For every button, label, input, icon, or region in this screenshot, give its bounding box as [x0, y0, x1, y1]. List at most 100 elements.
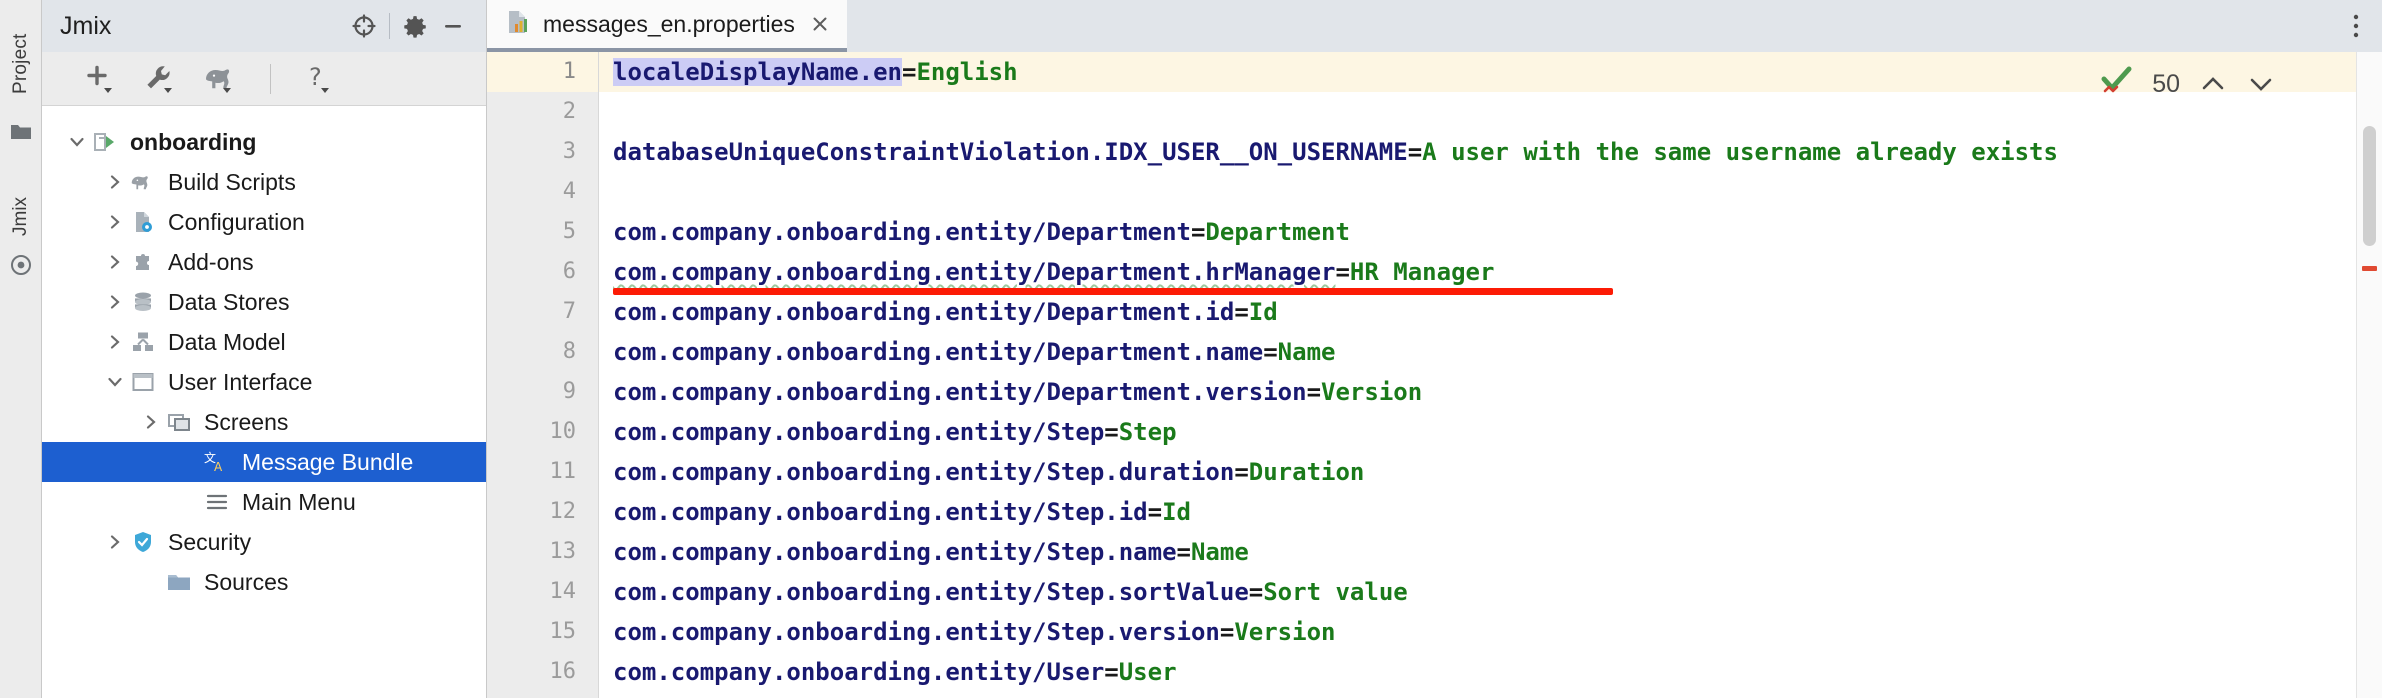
ide-window: Project Jmix Jmix ? onboarding Build Scr…	[0, 0, 2382, 698]
tab-bar-spacer	[847, 0, 2330, 52]
inspection-ok-icon[interactable]	[2100, 66, 2134, 102]
tree-node-build-scripts[interactable]: Build Scripts	[42, 162, 486, 202]
minimize-icon[interactable]	[434, 7, 472, 45]
code-line[interactable]	[599, 172, 2356, 212]
tree-node-label: onboarding	[130, 128, 257, 155]
code-line[interactable]: com.company.onboarding.entity/Step.durat…	[599, 452, 2356, 492]
tree-node-label: Main Menu	[242, 488, 356, 515]
help-icon[interactable]: ?	[299, 59, 341, 99]
gradle-elephant-icon	[128, 169, 158, 195]
tree-node-user-interface[interactable]: User Interface	[42, 362, 486, 402]
code-line[interactable]: localeDisplayName.en=English	[599, 52, 2356, 92]
scrollbar-thumb[interactable]	[2363, 126, 2376, 246]
chevron-right-icon[interactable]	[102, 289, 128, 315]
gradle-elephant-icon[interactable]	[200, 59, 242, 99]
equals-sign: =	[1104, 658, 1119, 686]
line-number: 10	[549, 419, 577, 444]
equals-sign: =	[1219, 618, 1235, 646]
code-line[interactable]: databaseUniqueConstraintViolation.IDX_US…	[599, 132, 2356, 172]
code-line[interactable]: com.company.onboarding.entity/Step.name=…	[599, 532, 2356, 572]
chevron-right-icon[interactable]	[102, 209, 128, 235]
rail-tab-jmix[interactable]: Jmix	[10, 166, 32, 242]
property-value: Id	[1162, 498, 1191, 526]
equals-sign: =	[1248, 578, 1264, 606]
jmix-bean-icon[interactable]	[8, 252, 34, 278]
tree-node-label: Sources	[204, 568, 289, 595]
chevron-down-icon[interactable]	[102, 369, 128, 395]
code-line[interactable]: com.company.onboarding.entity/Department…	[599, 212, 2356, 252]
line-number: 5	[562, 219, 576, 244]
chevron-down-icon[interactable]	[64, 129, 90, 155]
tree-node-data-stores[interactable]: Data Stores	[42, 282, 486, 322]
code-text-area[interactable]: localeDisplayName.en=English databaseUni…	[599, 52, 2356, 698]
property-key: localeDisplayName.en	[613, 58, 902, 86]
chevron-up-icon[interactable]	[2198, 69, 2228, 99]
code-line-annotated[interactable]: com.company.onboarding.entity/Department…	[599, 252, 2356, 295]
tree-node-label: User Interface	[168, 368, 313, 395]
property-value: English	[916, 58, 1018, 86]
code-line[interactable]: com.company.onboarding.entity/User=User	[599, 652, 2356, 692]
message-bundle-icon: 文 A	[202, 449, 232, 475]
tree-node-screens[interactable]: Screens	[42, 402, 486, 442]
tree-node-data-model[interactable]: Data Model	[42, 322, 486, 362]
left-tool-rail: Project Jmix	[0, 0, 42, 698]
property-key: com.company.onboarding.entity/Department	[613, 218, 1191, 246]
equals-sign: =	[1263, 338, 1278, 366]
chevron-right-icon[interactable]	[102, 249, 128, 275]
new-icon[interactable]	[80, 59, 122, 99]
folder-icon[interactable]	[8, 118, 34, 144]
chevron-right-icon[interactable]	[102, 169, 128, 195]
tree-node-label: Screens	[204, 408, 289, 435]
property-value: HR Manager	[1349, 258, 1495, 286]
code-line[interactable]: com.company.onboarding.entity/Department…	[599, 332, 2356, 372]
error-stripe-mark[interactable]	[2362, 266, 2377, 271]
property-value: Department	[1205, 218, 1350, 246]
chevron-right-icon[interactable]	[102, 329, 128, 355]
tree-node-sources[interactable]: Sources	[42, 562, 486, 602]
gear-icon[interactable]	[396, 7, 434, 45]
property-key: com.company.onboarding.entity/Step.durat…	[613, 458, 1235, 486]
code-line[interactable]: com.company.onboarding.entity/Department…	[599, 372, 2356, 412]
code-line[interactable]: com.company.onboarding.entity/Step.versi…	[599, 612, 2356, 652]
tree-node-configuration[interactable]: Configuration	[42, 202, 486, 242]
chevron-down-icon[interactable]	[2246, 69, 2276, 99]
more-options-icon[interactable]	[2330, 0, 2382, 52]
chevron-right-icon[interactable]	[138, 409, 164, 435]
tree-node-label: Configuration	[168, 208, 305, 235]
chevron-right-icon[interactable]	[102, 529, 128, 555]
code-line[interactable]: com.company.onboarding.entity/Step.id=Id	[599, 492, 2356, 532]
tree-node-security[interactable]: Security	[42, 522, 486, 562]
editor-scrollbar[interactable]	[2356, 52, 2382, 698]
tree-node-message-bundle[interactable]: 文 A Message Bundle	[42, 442, 486, 482]
code-editor[interactable]: 1 2 3 4 5 6 7 8 9 10 11 12 13 14 15 16 l…	[487, 52, 2382, 698]
main-menu-icon	[202, 489, 232, 515]
rail-tab-project[interactable]: Project	[10, 0, 32, 108]
wrench-icon[interactable]	[140, 59, 182, 99]
code-line[interactable]: com.company.onboarding.entity/Department…	[599, 292, 2356, 332]
property-value: Id	[1248, 298, 1278, 326]
svg-text:?: ?	[309, 63, 322, 91]
database-icon	[128, 289, 158, 315]
tree-node-onboarding[interactable]: onboarding	[42, 122, 486, 162]
line-number: 8	[562, 339, 576, 364]
code-line[interactable]: com.company.onboarding.entity/Step.sortV…	[599, 572, 2356, 612]
equals-sign: =	[1104, 418, 1119, 446]
property-value: Version	[1234, 618, 1336, 646]
close-icon[interactable]	[807, 11, 833, 37]
property-key: com.company.onboarding.entity/Step.name	[613, 538, 1177, 566]
editor-tab-messages-en-properties[interactable]: messages_en.properties	[487, 0, 847, 52]
locate-in-tree-icon[interactable]	[345, 7, 383, 45]
editor-tab-label: messages_en.properties	[543, 10, 795, 37]
editor-tab-bar: messages_en.properties	[487, 0, 2382, 52]
tree-node-label: Data Model	[168, 328, 286, 355]
property-value: Version	[1321, 378, 1423, 406]
code-line[interactable]: com.company.onboarding.entity/Step=Step	[599, 412, 2356, 452]
line-number: 9	[562, 379, 576, 404]
line-number: 1	[487, 52, 598, 92]
configuration-icon	[128, 209, 158, 235]
inspection-widget[interactable]: 50	[2094, 62, 2282, 106]
screens-icon	[164, 409, 194, 435]
code-line[interactable]	[599, 92, 2356, 132]
tree-node-add-ons[interactable]: Add-ons	[42, 242, 486, 282]
tree-node-main-menu[interactable]: Main Menu	[42, 482, 486, 522]
